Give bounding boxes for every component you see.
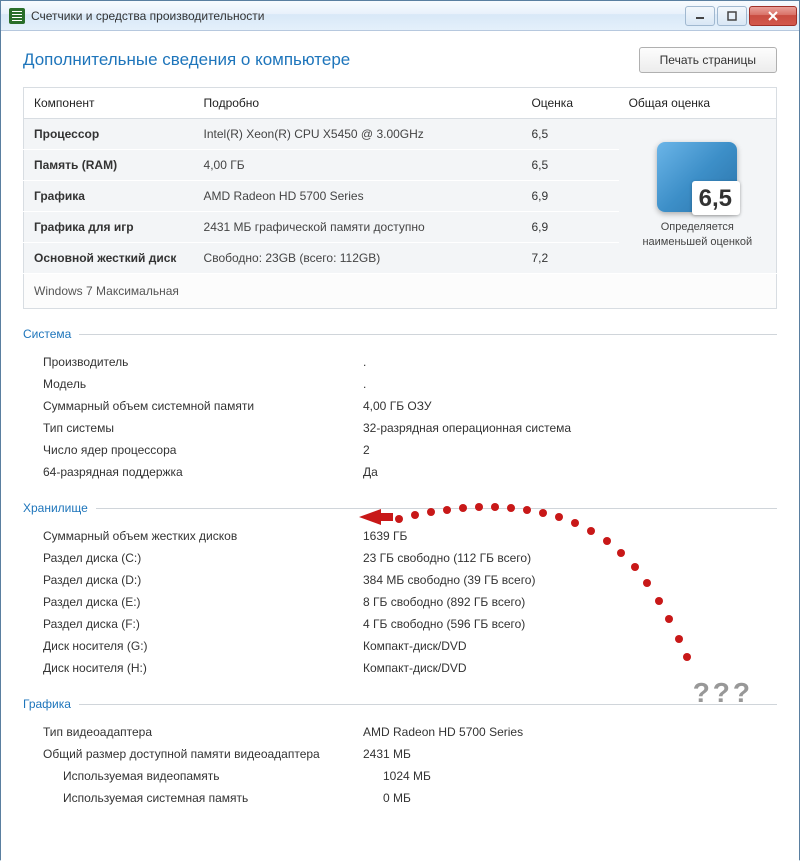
info-label: Раздел диска (F:) [43,617,363,631]
info-label: Тип видеоадаптера [43,725,363,739]
info-label: 64-разрядная поддержка [43,465,363,479]
info-row: Тип видеоадаптераAMD Radeon HD 5700 Seri… [23,721,777,743]
row-cpu-label: Процессор [24,119,194,150]
info-row: Число ядер процессора2 [23,439,777,461]
info-value: 0 МБ [383,791,411,805]
row-graphics-score: 6,9 [521,181,618,212]
info-row: Используемая системная память0 МБ [23,787,777,809]
info-label: Используемая видеопамять [63,769,383,783]
info-value: Да [363,465,378,479]
info-value: . [363,355,366,369]
page-title: Дополнительные сведения о компьютере [23,50,639,70]
window-title: Счетчики и средства производительности [31,9,683,23]
section-storage-title: Хранилище [23,501,777,515]
info-row: Раздел диска (C:)23 ГБ свободно (112 ГБ … [23,547,777,569]
row-hdd-detail: Свободно: 23GB (всего: 112GB) [194,243,522,274]
info-label: Модель [43,377,363,391]
info-label: Число ядер процессора [43,443,363,457]
info-label: Диск носителя (H:) [43,661,363,675]
info-label: Тип системы [43,421,363,435]
info-label: Диск носителя (G:) [43,639,363,653]
info-value: 2431 МБ [363,747,411,761]
row-gaming-label: Графика для игр [24,212,194,243]
info-value: 32-разрядная операционная система [363,421,571,435]
section-graphics-title: Графика [23,697,777,711]
window-frame: Счетчики и средства производительности Д… [0,0,800,860]
content-area[interactable]: Дополнительные сведения о компьютере Печ… [1,31,799,861]
info-value: Компакт-диск/DVD [363,639,467,653]
info-value: 1024 МБ [383,769,431,783]
wei-table: Компонент Подробно Оценка Общая оценка П… [23,87,777,309]
print-page-button[interactable]: Печать страницы [639,47,777,73]
info-row: Тип системы32-разрядная операционная сис… [23,417,777,439]
info-label: Раздел диска (D:) [43,573,363,587]
wei-score-icon: 6,5 [657,142,737,212]
app-icon [9,8,25,24]
info-value: Компакт-диск/DVD [363,661,467,675]
info-value: 23 ГБ свободно (112 ГБ всего) [363,551,531,565]
row-cpu-detail: Intel(R) Xeon(R) CPU X5450 @ 3.00GHz [194,119,522,150]
info-row: Раздел диска (D:)384 МБ свободно (39 ГБ … [23,569,777,591]
info-value: 384 МБ свободно (39 ГБ всего) [363,573,535,587]
col-detail: Подробно [194,88,522,119]
info-row: Диск носителя (H:)Компакт-диск/DVD [23,657,777,679]
info-label: Используемая системная память [63,791,383,805]
row-ram-detail: 4,00 ГБ [194,150,522,181]
info-row: Диск носителя (G:)Компакт-диск/DVD [23,635,777,657]
info-value: 2 [363,443,370,457]
titlebar[interactable]: Счетчики и средства производительности [1,1,799,31]
info-row: Раздел диска (E:)8 ГБ свободно (892 ГБ в… [23,591,777,613]
info-label: Производитель [43,355,363,369]
col-component: Компонент [24,88,194,119]
minimize-button[interactable] [685,6,715,26]
info-row: Производитель. [23,351,777,373]
col-score: Оценка [521,88,618,119]
info-row: Общий размер доступной памяти видеоадапт… [23,743,777,765]
info-label: Общий размер доступной памяти видеоадапт… [43,747,363,761]
info-value: 4,00 ГБ ОЗУ [363,399,431,413]
row-cpu-score: 6,5 [521,119,618,150]
row-ram-score: 6,5 [521,150,618,181]
info-label: Раздел диска (C:) [43,551,363,565]
overall-explanation: Определяется наименьшей оценкой [629,220,766,251]
info-row: Суммарный объем жестких дисков1639 ГБ [23,525,777,547]
info-row: Суммарный объем системной памяти4,00 ГБ … [23,395,777,417]
info-row: Раздел диска (F:)4 ГБ свободно (596 ГБ в… [23,613,777,635]
close-button[interactable] [749,6,797,26]
info-value: AMD Radeon HD 5700 Series [363,725,523,739]
section-system-title: Система [23,327,777,341]
info-value: 4 ГБ свободно (596 ГБ всего) [363,617,525,631]
info-value: 1639 ГБ [363,529,407,543]
os-edition: Windows 7 Максимальная [24,274,777,309]
row-ram-label: Память (RAM) [24,150,194,181]
maximize-button[interactable] [717,6,747,26]
wei-score-value: 6,5 [695,185,735,213]
info-value: . [363,377,366,391]
info-label: Суммарный объем жестких дисков [43,529,363,543]
row-hdd-score: 7,2 [521,243,618,274]
info-row: Модель. [23,373,777,395]
row-hdd-label: Основной жесткий диск [24,243,194,274]
col-overall: Общая оценка [619,88,777,119]
info-label: Раздел диска (E:) [43,595,363,609]
info-label: Суммарный объем системной памяти [43,399,363,413]
row-gaming-score: 6,9 [521,212,618,243]
info-row: Используемая видеопамять1024 МБ [23,765,777,787]
row-graphics-label: Графика [24,181,194,212]
info-row: 64-разрядная поддержкаДа [23,461,777,483]
overall-cell: 6,5 Определяется наименьшей оценкой [619,119,777,274]
row-gaming-detail: 2431 МБ графической памяти доступно [194,212,522,243]
row-graphics-detail: AMD Radeon HD 5700 Series [194,181,522,212]
info-value: 8 ГБ свободно (892 ГБ всего) [363,595,525,609]
